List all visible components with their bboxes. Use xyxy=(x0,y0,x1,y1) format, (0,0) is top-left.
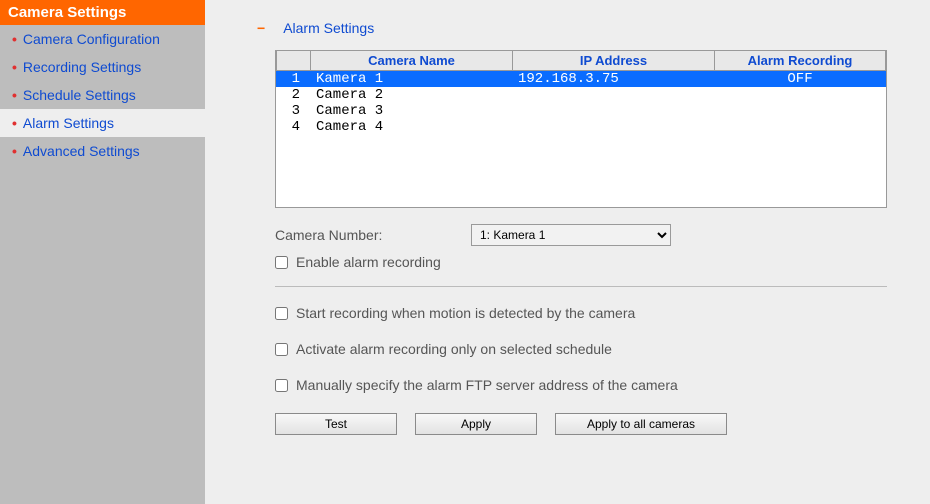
enable-alarm-row: Enable alarm recording xyxy=(275,254,900,270)
column-header-number xyxy=(276,50,310,71)
cell-ip xyxy=(512,119,714,135)
bullet-icon: • xyxy=(12,87,17,103)
cell-number: 3 xyxy=(276,103,310,119)
manual-ftp-checkbox[interactable] xyxy=(275,379,288,392)
manual-ftp-row: Manually specify the alarm FTP server ad… xyxy=(275,377,900,393)
divider xyxy=(275,286,887,287)
sidebar-scrollbar-gap xyxy=(205,0,227,504)
cell-number: 2 xyxy=(276,87,310,103)
sidebar-item-camera-configuration[interactable]: • Camera Configuration xyxy=(0,25,205,53)
activate-schedule-checkbox[interactable] xyxy=(275,343,288,356)
camera-number-label: Camera Number: xyxy=(275,227,471,243)
start-recording-label: Start recording when motion is detected … xyxy=(296,305,635,321)
bullet-icon: • xyxy=(12,143,17,159)
cell-alarm xyxy=(714,103,886,119)
table-row[interactable]: 2 Camera 2 xyxy=(276,87,886,103)
sidebar-item-schedule-settings[interactable]: • Schedule Settings xyxy=(0,81,205,109)
table-row[interactable]: 3 Camera 3 xyxy=(276,103,886,119)
table-row[interactable]: 4 Camera 4 xyxy=(276,119,886,135)
camera-number-select[interactable]: 1: Kamera 1 xyxy=(471,224,671,246)
sidebar-item-label: Alarm Settings xyxy=(23,115,114,131)
sidebar-item-label: Recording Settings xyxy=(23,59,141,75)
cell-alarm: OFF xyxy=(714,71,886,87)
column-header-ip: IP Address xyxy=(512,50,714,71)
column-header-alarm: Alarm Recording xyxy=(714,50,886,71)
activate-schedule-row: Activate alarm recording only on selecte… xyxy=(275,341,900,357)
sidebar-item-label: Advanced Settings xyxy=(23,143,140,159)
bullet-icon: • xyxy=(12,31,17,47)
sidebar-item-advanced-settings[interactable]: • Advanced Settings xyxy=(0,137,205,165)
cell-ip xyxy=(512,103,714,119)
cell-alarm xyxy=(714,87,886,103)
cell-alarm xyxy=(714,119,886,135)
cell-name: Kamera 1 xyxy=(310,71,512,87)
activate-schedule-label: Activate alarm recording only on selecte… xyxy=(296,341,612,357)
test-button[interactable]: Test xyxy=(275,413,397,435)
table-body: 1 Kamera 1 192.168.3.75 OFF 2 Camera 2 3… xyxy=(276,71,886,207)
sidebar-item-label: Camera Configuration xyxy=(23,31,160,47)
main-panel: − Alarm Settings Camera Name IP Address … xyxy=(227,0,930,504)
sidebar-item-recording-settings[interactable]: • Recording Settings xyxy=(0,53,205,81)
manual-ftp-label: Manually specify the alarm FTP server ad… xyxy=(296,377,678,393)
start-recording-row: Start recording when motion is detected … xyxy=(275,305,900,321)
cell-name: Camera 3 xyxy=(310,103,512,119)
start-recording-checkbox[interactable] xyxy=(275,307,288,320)
apply-button[interactable]: Apply xyxy=(415,413,537,435)
sidebar-item-label: Schedule Settings xyxy=(23,87,136,103)
column-header-name: Camera Name xyxy=(310,50,512,71)
apply-all-button[interactable]: Apply to all cameras xyxy=(555,413,727,435)
form-section: Camera Number: 1: Kamera 1 Enable alarm … xyxy=(275,224,900,435)
sidebar-header: Camera Settings xyxy=(0,0,205,25)
bullet-icon: • xyxy=(12,59,17,75)
bullet-icon: • xyxy=(12,115,17,131)
sidebar: Camera Settings • Camera Configuration •… xyxy=(0,0,205,504)
section-title-text: Alarm Settings xyxy=(283,20,374,36)
cell-number: 4 xyxy=(276,119,310,135)
sidebar-item-alarm-settings[interactable]: • Alarm Settings xyxy=(0,109,205,137)
button-row: Test Apply Apply to all cameras xyxy=(275,413,900,435)
enable-alarm-label: Enable alarm recording xyxy=(296,254,441,270)
table-row[interactable]: 1 Kamera 1 192.168.3.75 OFF xyxy=(276,71,886,87)
cell-ip xyxy=(512,87,714,103)
camera-table: Camera Name IP Address Alarm Recording 1… xyxy=(275,50,887,208)
cell-name: Camera 2 xyxy=(310,87,512,103)
cell-name: Camera 4 xyxy=(310,119,512,135)
cell-ip: 192.168.3.75 xyxy=(512,71,714,87)
section-title: − Alarm Settings xyxy=(257,20,900,36)
camera-number-row: Camera Number: 1: Kamera 1 xyxy=(275,224,900,246)
collapse-icon[interactable]: − xyxy=(257,20,265,36)
table-header: Camera Name IP Address Alarm Recording xyxy=(276,50,886,71)
enable-alarm-checkbox[interactable] xyxy=(275,256,288,269)
cell-number: 1 xyxy=(276,71,310,87)
